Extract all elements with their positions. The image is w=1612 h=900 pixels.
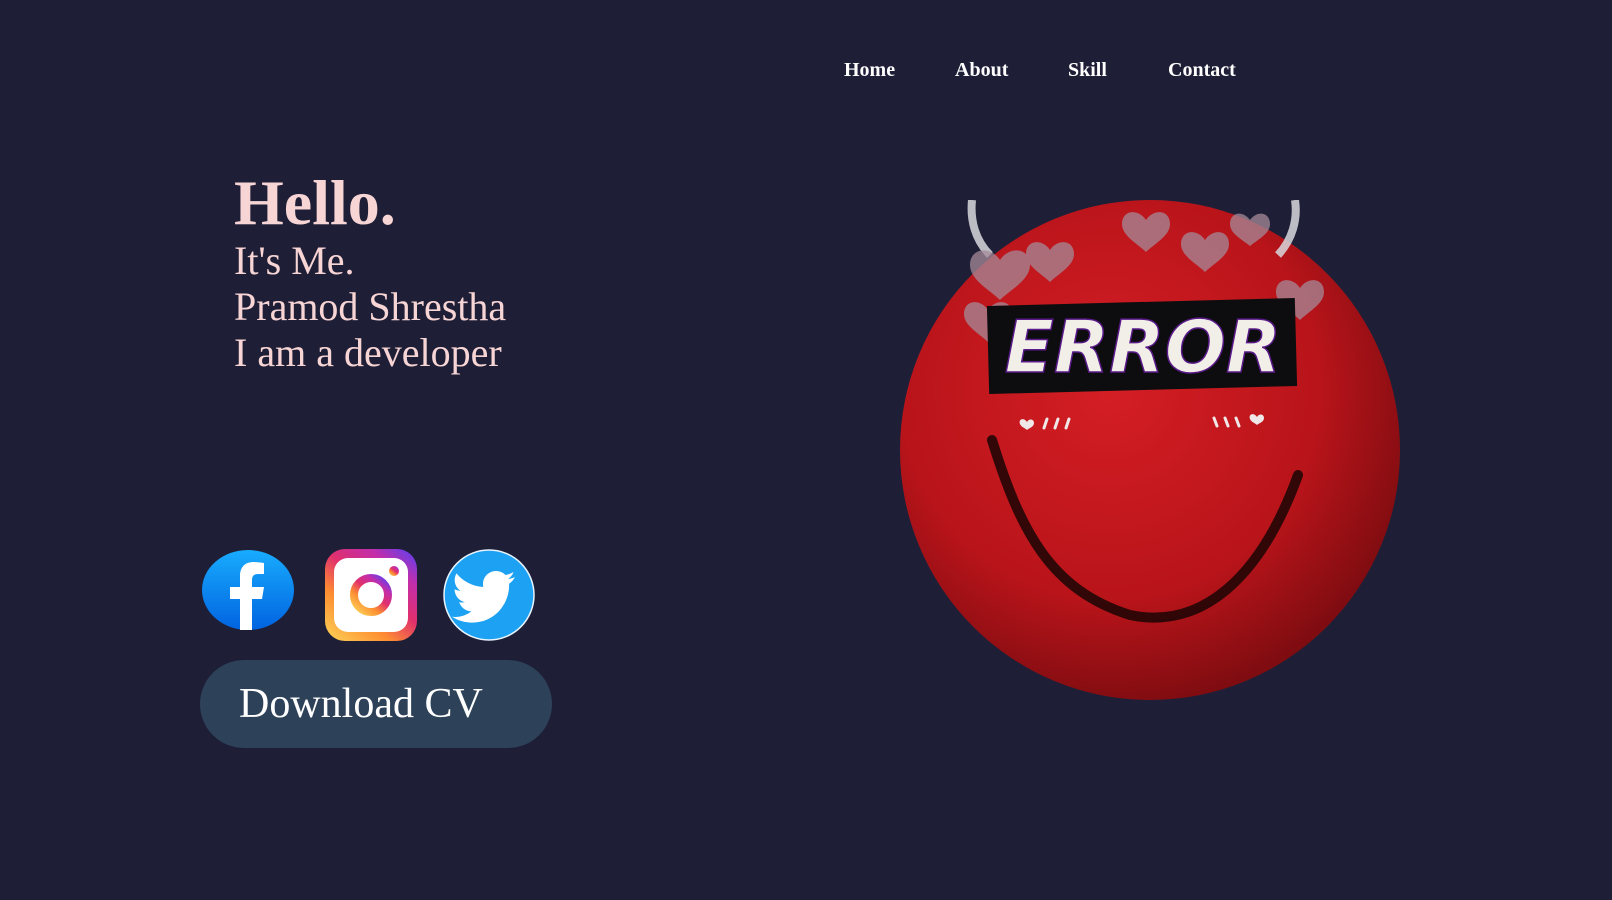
facebook-icon [202,550,294,630]
greeting-heading: Hello. [234,167,396,238]
facebook-link[interactable] [202,550,294,642]
developer-role: I am a developer [234,330,502,375]
instagram-icon [325,549,417,641]
error-smiley-image: ERROR [900,200,1400,700]
nav-link-skill[interactable]: Skill [1068,56,1107,84]
error-badge-text: ERROR [1005,305,1282,389]
twitter-icon [443,549,535,641]
profile-avatar: ERROR [900,200,1400,700]
nav-link-contact[interactable]: Contact [1168,56,1236,84]
developer-name: Pramod Shrestha [234,284,507,329]
nav-link-home[interactable]: Home [844,56,895,84]
intro-section: Hello. It's Me. Pramod Shrestha I am a d… [234,168,506,376]
intro-line: It's Me. [234,238,355,283]
twitter-link[interactable] [443,549,535,641]
main-nav: Home About Skill Contact [0,56,1612,86]
download-cv-button[interactable]: Download CV [200,660,552,748]
nav-link-about[interactable]: About [955,56,1008,84]
instagram-link[interactable] [325,549,417,641]
